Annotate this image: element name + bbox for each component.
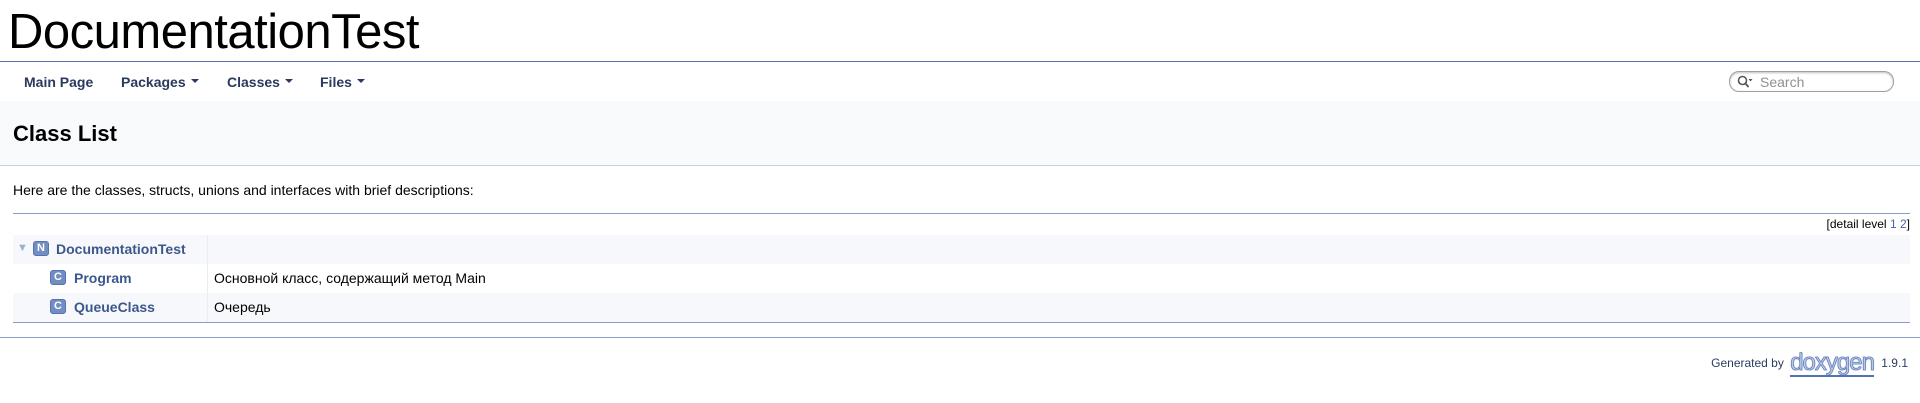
generated-by-text: Generated by [1711,356,1784,370]
expand-arrow-icon[interactable]: ▼ [17,242,28,254]
column-divider [207,293,208,322]
table-row: C Program Основной класс, содержащий мет… [13,264,1910,293]
table-row: C QueueClass Очередь [13,293,1910,322]
search-input[interactable] [1760,73,1885,90]
namespace-badge: N [33,241,49,256]
doxygen-logo[interactable]: doxygen [1790,350,1875,377]
chevron-down-icon [284,79,293,84]
entry-link[interactable]: Program [74,270,132,286]
main-nav: Main Page Packages Classes Files [0,62,1920,101]
detail-level: [detail level 1 2] [1827,217,1910,231]
entry-description: Очередь [214,299,271,315]
nav-packages-menu[interactable]: Packages [121,74,199,90]
intro-text: Here are the classes, structs, unions an… [13,182,474,198]
table-row: ▼ N DocumentationTest [13,235,1910,264]
class-list-table: ▼ N DocumentationTest C Program Основной… [13,235,1910,323]
detail-level-1-link[interactable]: 1 [1890,217,1897,231]
search-box[interactable] [1729,71,1894,92]
page-header: Class List [0,101,1920,166]
nav-classes-label: Classes [227,74,280,90]
detail-level-prefix: [detail level [1826,217,1887,231]
entry-link[interactable]: QueueClass [74,299,155,315]
class-badge: C [50,270,66,285]
divider [13,213,1910,214]
nav-packages-label: Packages [121,74,186,90]
project-name: DocumentationTest [8,5,419,59]
title-area: DocumentationTest [0,0,1920,62]
chevron-down-icon [356,79,365,84]
nav-main-page-label: Main Page [24,74,94,90]
class-badge: C [50,299,66,314]
nav-files-menu[interactable]: Files [320,74,365,90]
entry-description: Основной класс, содержащий метод Main [214,270,486,286]
page-title: Class List [13,121,117,146]
nav-classes-menu[interactable]: Classes [227,74,293,90]
footer-divider [0,337,1920,338]
column-divider [207,264,208,293]
chevron-down-icon [190,79,199,84]
version-text: 1.9.1 [1881,356,1908,370]
nav-main-page[interactable]: Main Page [24,74,93,90]
column-divider [207,235,208,264]
footer: Generated by doxygen 1.9.1 [1711,350,1908,377]
search-icon[interactable] [1737,75,1753,89]
detail-level-suffix: ] [1906,217,1910,231]
detail-level-2-link[interactable]: 2 [1900,217,1907,231]
entry-link[interactable]: DocumentationTest [56,241,186,257]
contents: Here are the classes, structs, unions an… [0,166,1920,337]
nav-files-label: Files [320,74,352,90]
